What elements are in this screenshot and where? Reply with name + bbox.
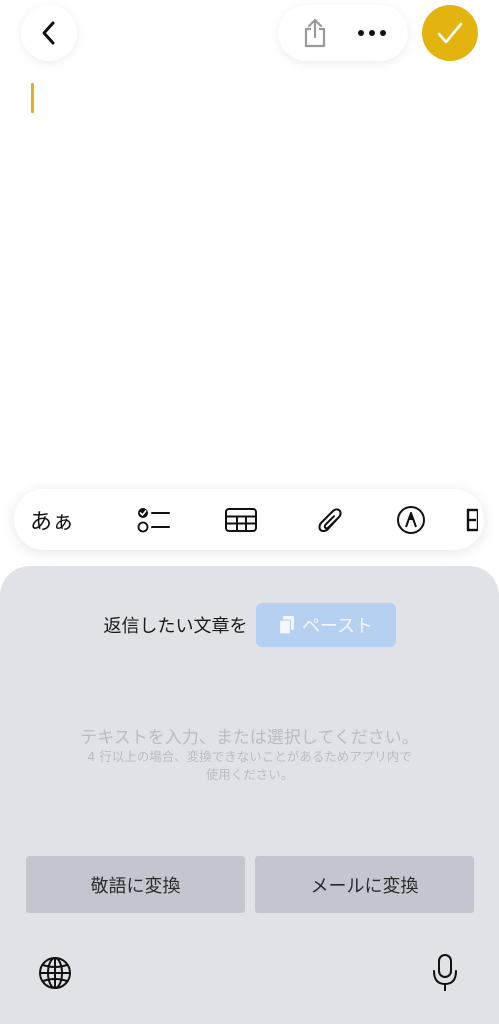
ellipsis-icon [357,30,386,36]
back-button[interactable] [21,5,77,61]
reply-row: 返信したい文章を ペースト [0,603,499,647]
input-hint: テキストを入力、または選択してください。 [80,728,419,748]
share-button[interactable] [291,9,339,57]
hint-note-line-2: 使用ください。 [205,767,294,782]
action-pill [278,5,408,61]
notes-editor-screen: あぁ 返信したい文章を ペースト テキストを入力、または選択してください。 4 … [0,0,499,1024]
checklist-button[interactable] [126,489,182,550]
globe-icon [39,957,71,989]
markup-button[interactable] [383,489,439,550]
paste-button[interactable]: ペースト [255,603,396,647]
globe-button[interactable] [35,953,75,993]
attachment-button[interactable] [302,489,358,550]
convert-mail-button[interactable]: メールに変換 [255,856,474,913]
table-icon [225,507,257,532]
markup-pen-icon [397,505,425,534]
table-button[interactable] [213,489,269,550]
hint-note-line-1: 4 行以上の場合、変換できないことがあるためアプリ内で [87,749,412,764]
more-tools-partial[interactable] [466,489,484,550]
partial-tool-icon [466,508,478,531]
more-button[interactable] [348,9,396,57]
share-icon [304,18,325,48]
checklist-icon [137,507,170,532]
text-style-button[interactable]: あぁ [28,489,76,550]
dictation-button[interactable] [425,951,465,995]
note-body[interactable] [0,70,499,470]
checkmark-icon [437,22,463,44]
formatting-toolbar: あぁ [14,489,484,550]
keyboard-panel: 返信したい文章を ペースト テキストを入力、または選択してください。 4 行以上… [0,566,499,1024]
reply-label: 返信したい文章を [103,616,248,637]
convert-keigo-button[interactable]: 敬語に変換 [26,856,245,913]
chevron-left-icon [42,21,55,45]
input-hint-note: 4 行以上の場合、変換できないことがあるためアプリ内で 使用ください。 [0,748,499,784]
microphone-icon [433,954,457,991]
done-button[interactable] [422,5,478,61]
paperclip-icon [318,507,342,532]
clipboard-icon [278,616,294,635]
paste-label: ペースト [301,616,374,637]
